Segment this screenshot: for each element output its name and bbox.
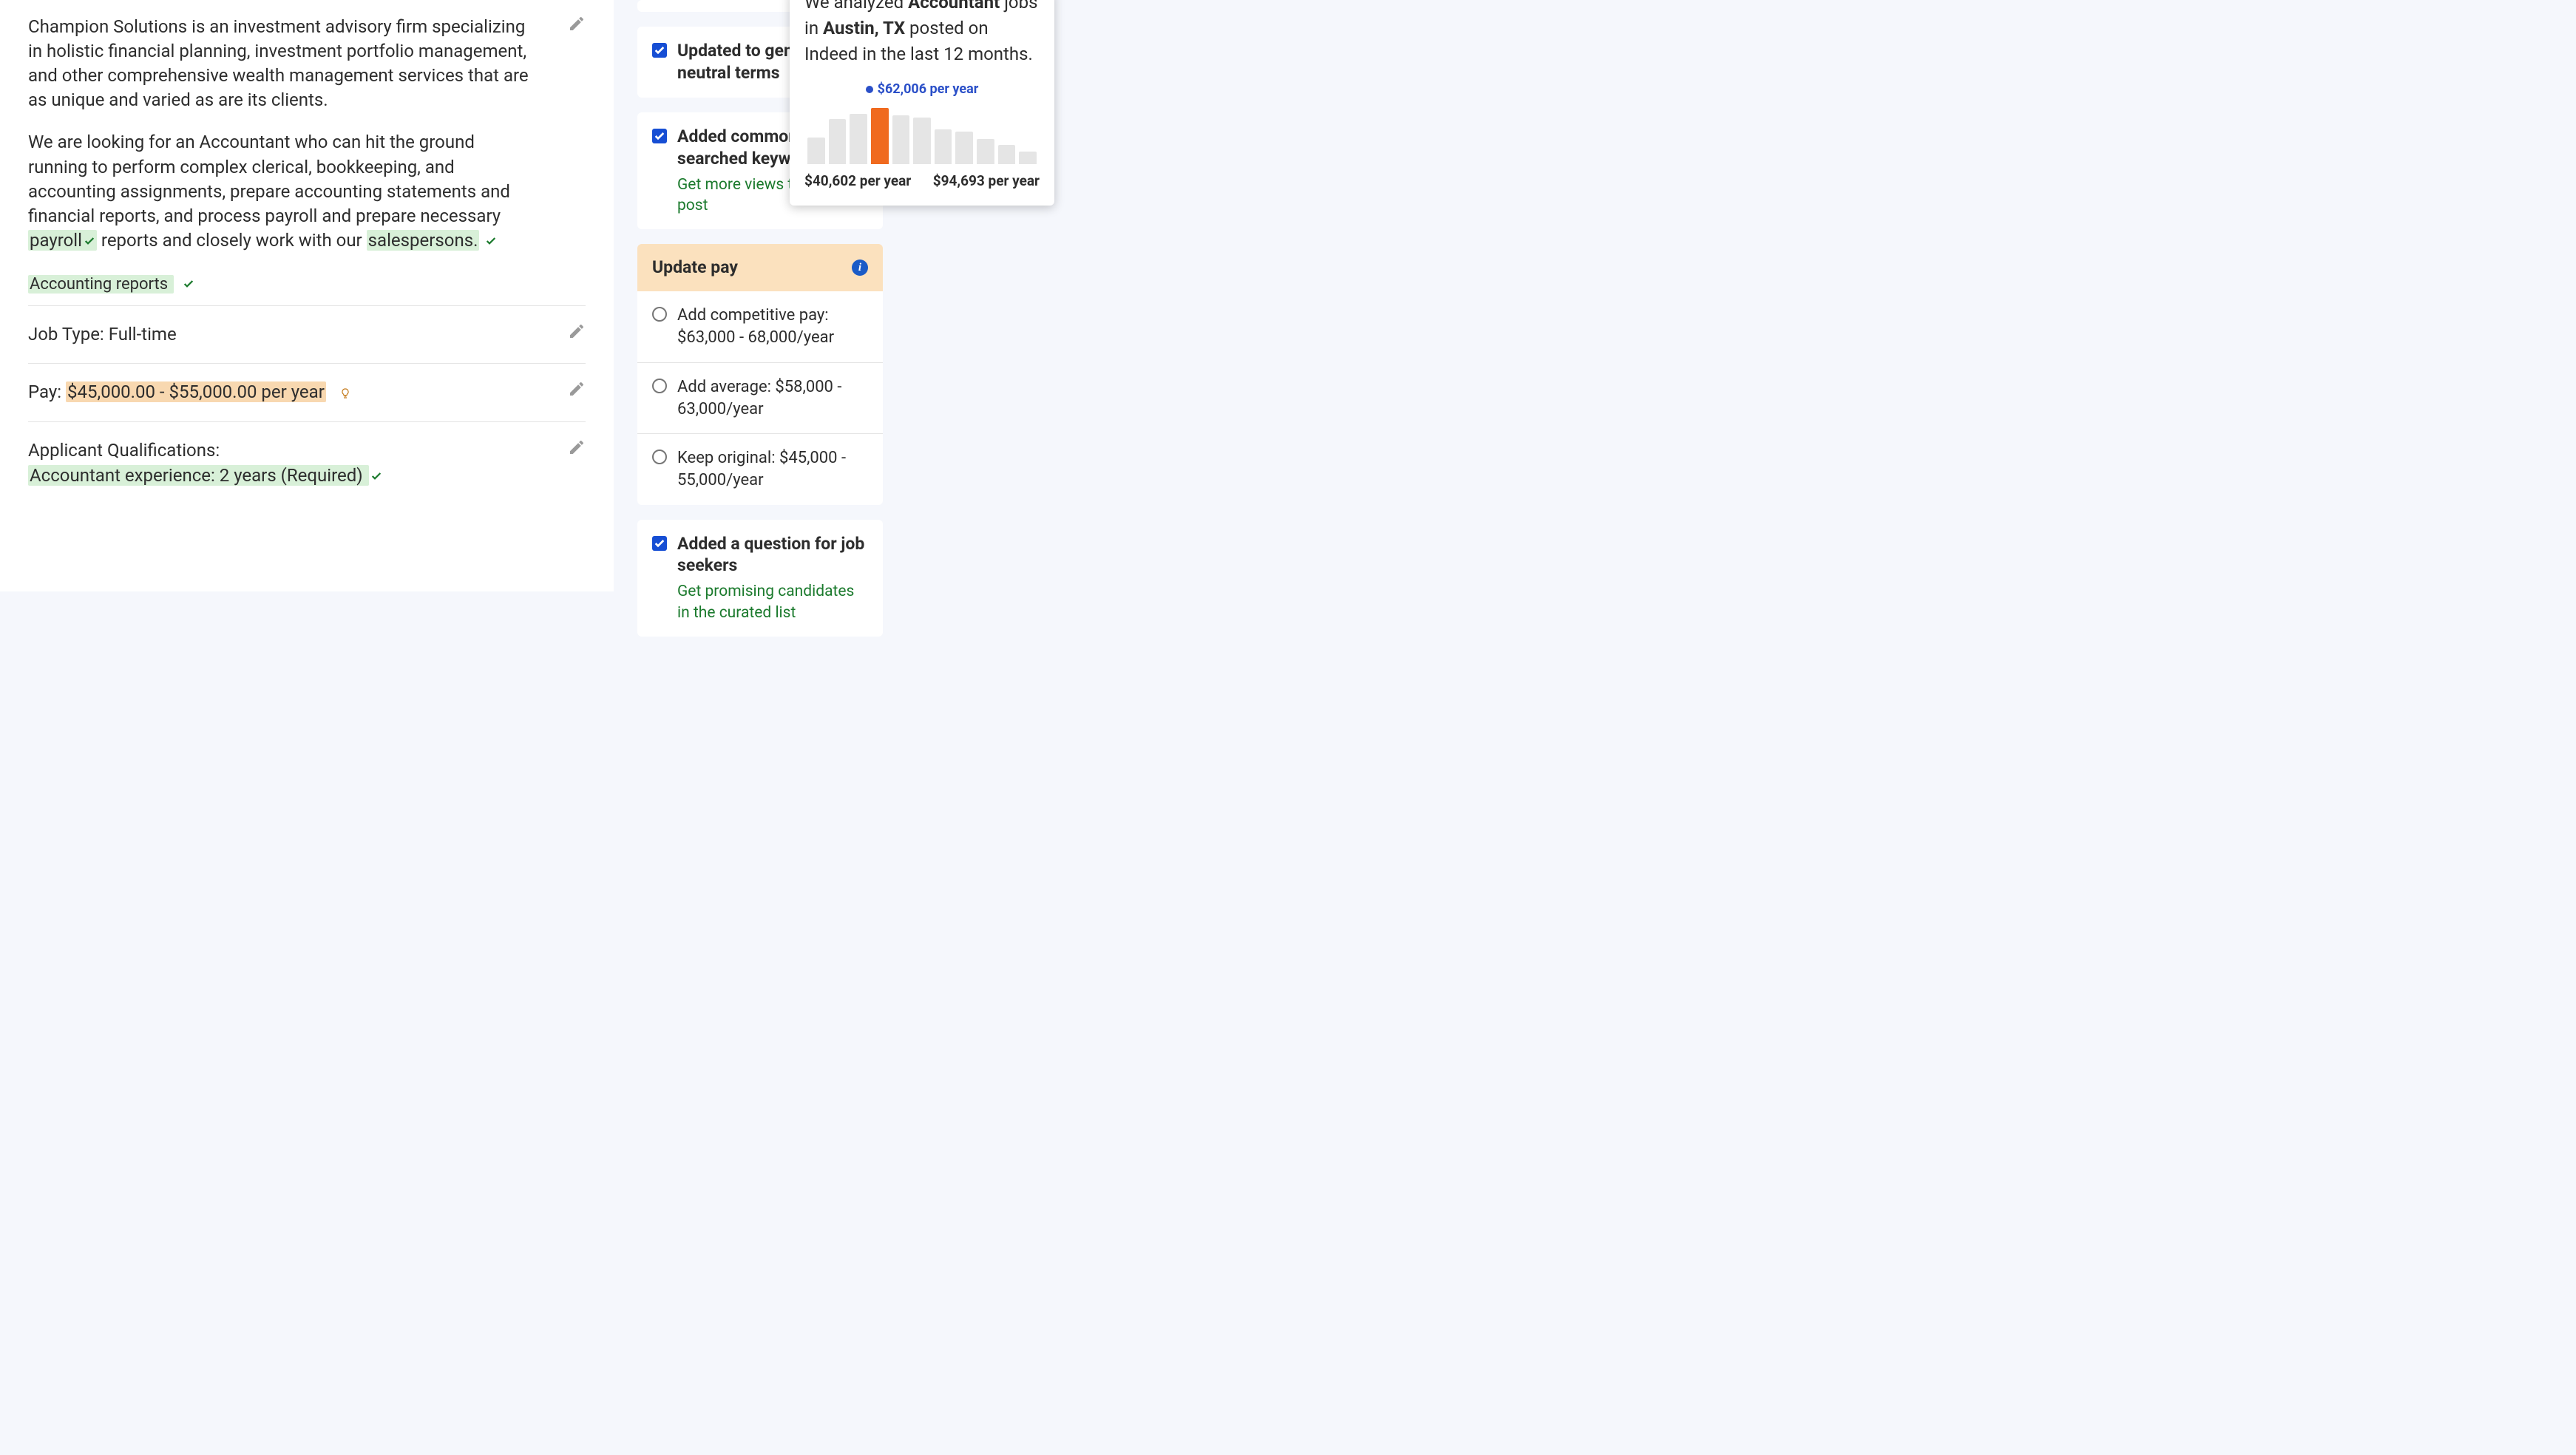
check-icon: [183, 274, 194, 286]
chart-bar: [1019, 152, 1037, 164]
checkbox-checked-icon[interactable]: [652, 129, 667, 143]
keyword-payroll: payroll: [28, 230, 97, 251]
chart-bar: [977, 139, 994, 164]
chart-bar: [807, 138, 825, 163]
chart-legend: $62,006 per year: [804, 80, 1040, 98]
pencil-icon[interactable]: [568, 322, 586, 340]
pay-row: Pay: $45,000.00 - $55,000.00 per year: [28, 363, 586, 421]
check-icon: [485, 229, 497, 241]
job-post-card: Champion Solutions is an investment advi…: [0, 0, 614, 591]
chart-legend-value: $62,006 per year: [878, 81, 979, 97]
pencil-icon[interactable]: [568, 15, 586, 33]
suggestion-subtitle: Get promising candidates in the curated …: [677, 581, 868, 623]
job-type-label: Job Type:: [28, 324, 109, 345]
keyword-row: Accounting reports: [28, 274, 586, 305]
update-pay-header: Update pay i: [637, 244, 883, 291]
chart-bar: [871, 108, 889, 164]
suggestion-question[interactable]: Added a question for job seekers Get pro…: [637, 520, 883, 637]
chart-bar: [829, 119, 847, 163]
pencil-icon[interactable]: [568, 438, 586, 456]
pay-option-label: Add competitive pay: $63,000 - 68,000/ye…: [677, 305, 868, 348]
pay-option-original[interactable]: Keep original: $45,000 - 55,000/year: [637, 433, 883, 504]
tooltip-location: Austin, TX: [823, 18, 905, 38]
chart-bar: [935, 129, 952, 164]
pay-analysis-tooltip: We analyzed Accountant jobs in Austin, T…: [790, 0, 1054, 206]
chart-bar: [850, 114, 867, 163]
chart-low-label: $40,602 per year: [804, 172, 911, 191]
chart-bar: [913, 118, 931, 163]
check-icon: [84, 229, 95, 241]
job-description-para1: Champion Solutions is an investment advi…: [28, 15, 534, 112]
radio-icon[interactable]: [652, 450, 667, 464]
legend-dot-icon: [866, 86, 873, 93]
tooltip-role: Accountant: [908, 0, 1000, 13]
update-pay-panel: Update pay i Add competitive pay: $63,00…: [637, 244, 883, 504]
pay-option-label: Keep original: $45,000 - 55,000/year: [677, 447, 868, 491]
keyword-salespersons: salespersons.: [367, 230, 480, 251]
update-pay-title: Update pay: [652, 256, 738, 279]
pay-option-competitive[interactable]: Add competitive pay: $63,000 - 68,000/ye…: [637, 291, 883, 362]
pay-distribution-chart: $62,006 per year $40,602 per year $94,69…: [804, 80, 1040, 191]
pay-label: Pay:: [28, 381, 66, 402]
job-description-text: Champion Solutions is an investment advi…: [28, 15, 586, 253]
pencil-icon[interactable]: [568, 380, 586, 398]
check-icon: [370, 464, 382, 476]
job-type-row: Job Type: Full-time: [28, 305, 586, 364]
chart-bar: [955, 132, 973, 164]
desc-para2-mid: reports and closely work with our: [97, 230, 367, 251]
radio-icon[interactable]: [652, 307, 667, 322]
chart-axis-labels: $40,602 per year $94,693 per year: [804, 172, 1040, 191]
chart-bar: [998, 145, 1016, 163]
qualification-item: Accountant experience: 2 years (Required…: [28, 465, 369, 486]
lightbulb-icon: [339, 381, 351, 396]
checkbox-checked-icon[interactable]: [652, 536, 667, 551]
pay-highlight: $45,000.00 - $55,000.00 per year: [66, 381, 326, 402]
pay-option-average[interactable]: Add average: $58,000 - 63,000/year: [637, 362, 883, 433]
chart-high-label: $94,693 per year: [933, 172, 1040, 191]
job-description-section: Champion Solutions is an investment advi…: [28, 15, 586, 253]
qualifications-label: Applicant Qualifications:: [28, 438, 586, 464]
desc-para2-pre: We are looking for an Accountant who can…: [28, 132, 510, 225]
pay-option-label: Add average: $58,000 - 63,000/year: [677, 376, 868, 420]
radio-icon[interactable]: [652, 379, 667, 393]
chart-bar: [892, 115, 910, 164]
job-description-para2: We are looking for an Accountant who can…: [28, 130, 534, 253]
keyword-accounting-reports: Accounting reports: [28, 275, 174, 294]
job-type-value: Full-time: [109, 324, 177, 345]
info-icon[interactable]: i: [852, 260, 868, 276]
suggestion-title: Added a question for job seekers: [677, 533, 868, 577]
chart-bars: [804, 102, 1040, 164]
qualifications-row: Applicant Qualifications: Accountant exp…: [28, 421, 586, 504]
tooltip-text: We analyzed Accountant jobs in Austin, T…: [804, 0, 1040, 67]
checkbox-checked-icon[interactable]: [652, 43, 667, 58]
